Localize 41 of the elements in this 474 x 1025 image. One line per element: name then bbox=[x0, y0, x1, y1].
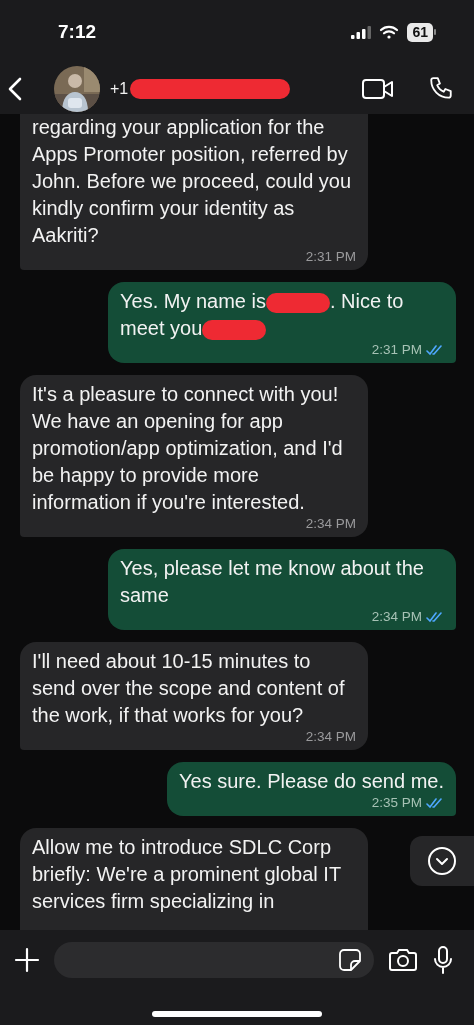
message-text: Yes sure. Please do send me. bbox=[179, 770, 444, 792]
wifi-icon bbox=[379, 25, 400, 39]
message-time: 2:34 PM bbox=[305, 516, 356, 531]
message-text: regarding your application for the Apps Promoter position, referred by John. Before we proceed, could you kindly confirm your identity as Aakriti? bbox=[32, 116, 352, 246]
plus-icon bbox=[14, 947, 40, 973]
video-camera-icon bbox=[362, 78, 394, 100]
message-text: Allow me to introduce SDLC Corp briefly: We're a prominent global IT services firm specializing in bbox=[32, 836, 341, 912]
camera-icon bbox=[388, 948, 418, 972]
message-text: meet you bbox=[120, 317, 203, 339]
camera-button[interactable] bbox=[388, 948, 418, 972]
message-text: I'll need about 10-15 minutes to send over the scope and content of the work, if that works for you? bbox=[32, 650, 345, 726]
status-time: 7:12 bbox=[58, 21, 97, 43]
battery-level: 61 bbox=[407, 22, 433, 42]
message-time: 2:31 PM bbox=[305, 249, 356, 264]
phone-icon bbox=[428, 76, 454, 102]
message-text: It's a pleasure to connect with you! We have an opening for app promotion/app optimization, and I'd be happy to provide more information if you're interested. bbox=[32, 383, 343, 513]
sticker-icon bbox=[338, 948, 362, 972]
double-check-icon bbox=[426, 610, 444, 623]
attach-button[interactable] bbox=[14, 947, 40, 973]
message-text: . Nice to bbox=[330, 290, 404, 312]
message-time: 2:35 PM bbox=[371, 795, 422, 810]
message-time: 2:34 PM bbox=[371, 609, 422, 624]
microphone-icon bbox=[432, 945, 454, 975]
message-time: 2:31 PM bbox=[371, 342, 422, 357]
chevron-left-icon bbox=[8, 77, 22, 101]
call-button[interactable] bbox=[428, 76, 454, 102]
chevron-down-circle-icon bbox=[427, 846, 457, 876]
message-text: +1 bbox=[110, 80, 129, 98]
back-button[interactable] bbox=[8, 77, 22, 101]
redaction-mark bbox=[266, 292, 330, 313]
double-check-icon bbox=[426, 796, 444, 809]
video-call-button[interactable] bbox=[362, 78, 394, 100]
redaction-mark bbox=[202, 319, 267, 340]
scroll-down-button[interactable] bbox=[410, 836, 474, 886]
signal-icon bbox=[351, 25, 372, 39]
microphone-button[interactable] bbox=[432, 945, 454, 975]
message-text: Yes, please let me know about the same bbox=[120, 557, 424, 606]
message-time: 2:34 PM bbox=[305, 729, 356, 744]
message-input-field[interactable] bbox=[54, 942, 374, 978]
message-text: Yes. My name is bbox=[120, 290, 266, 312]
double-check-icon bbox=[426, 343, 444, 356]
